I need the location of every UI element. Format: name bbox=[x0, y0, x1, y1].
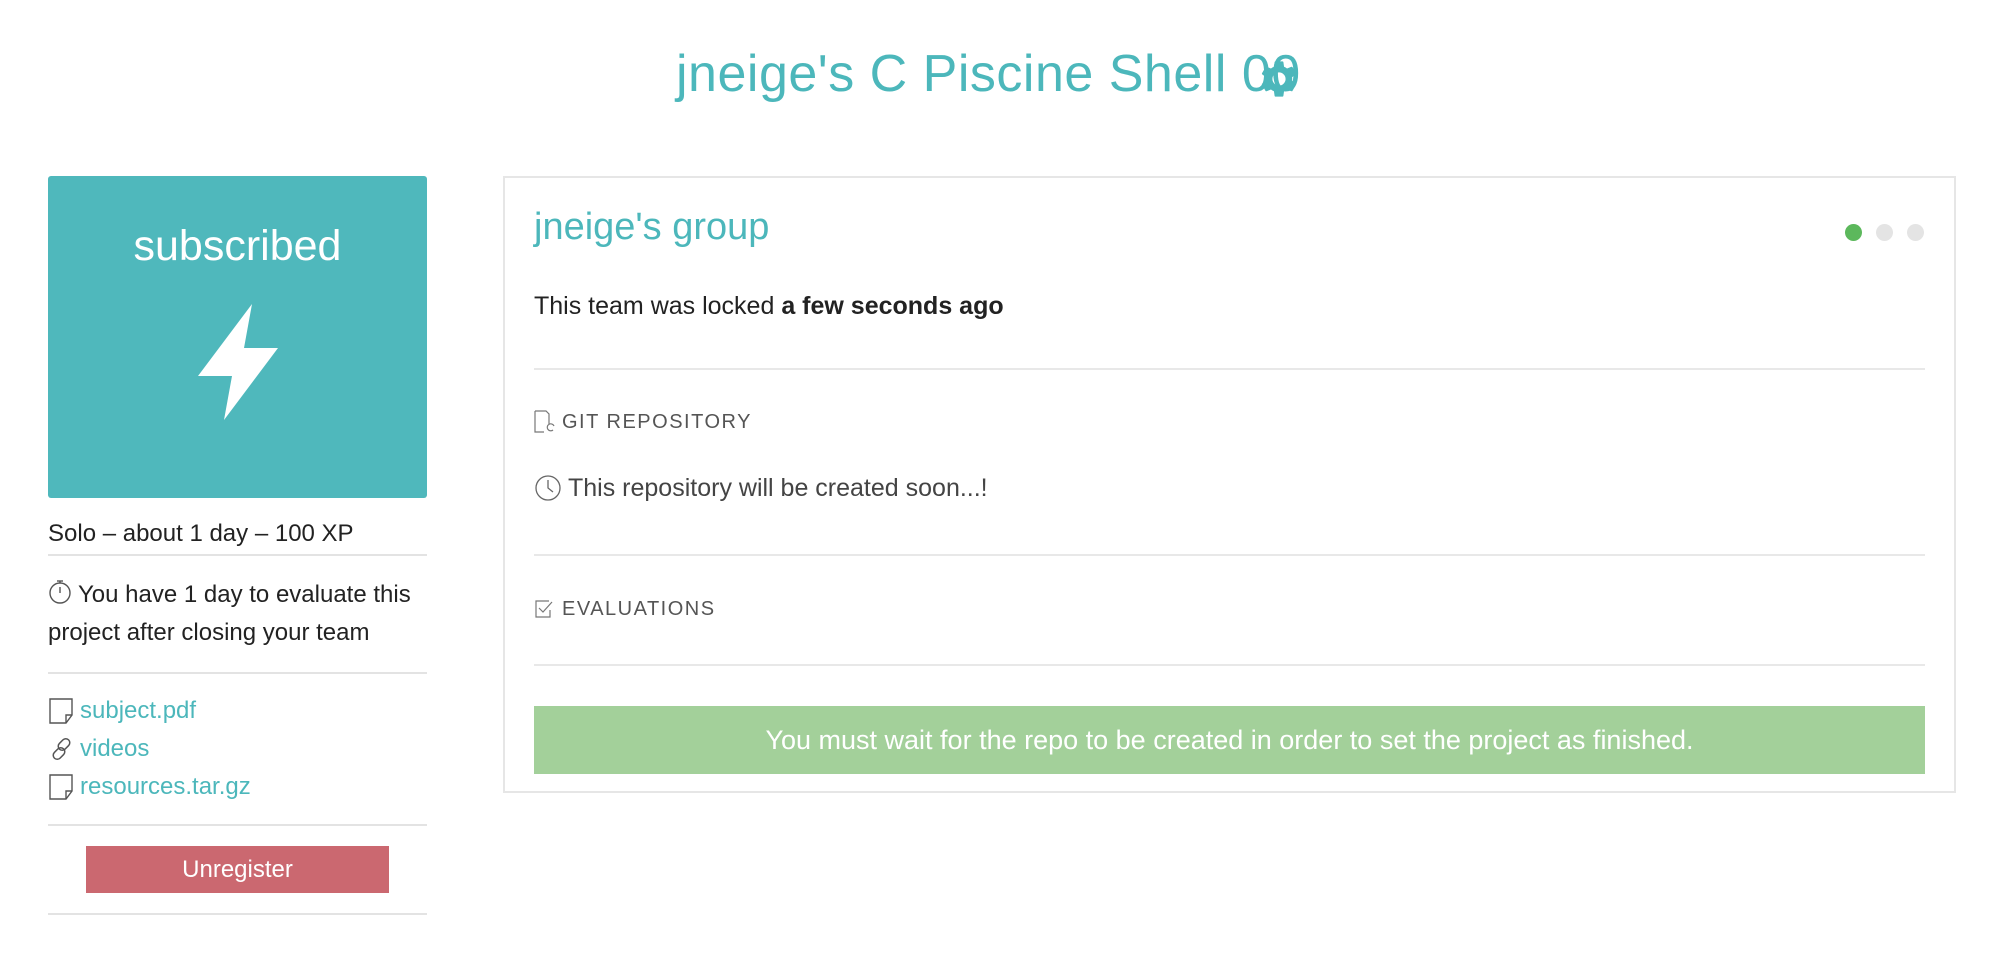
resources-link[interactable]: resources.tar.gz bbox=[80, 773, 251, 801]
evaluation-note: You have 1 day to evaluate this project … bbox=[48, 556, 427, 672]
git-file-icon bbox=[534, 410, 555, 433]
divider bbox=[534, 554, 1925, 556]
step-dot-3 bbox=[1907, 224, 1924, 241]
team-panel: jneige's group This team was locked a fe… bbox=[503, 176, 1956, 793]
project-meta: Solo – about 1 day – 100 XP bbox=[48, 520, 354, 547]
link-resources[interactable]: resources.tar.gz bbox=[48, 768, 427, 806]
resource-links: subject.pdf videos resources.tar.gz bbox=[48, 674, 427, 824]
clock-icon bbox=[535, 475, 561, 501]
document-icon bbox=[49, 774, 73, 800]
gear-icon[interactable] bbox=[1257, 57, 1301, 101]
status-label: subscribed bbox=[133, 222, 342, 270]
divider bbox=[534, 664, 1925, 666]
checkbox-icon bbox=[535, 599, 553, 618]
team-name: jneige's group bbox=[534, 206, 770, 248]
git-repository-title: GIT REPOSITORY bbox=[562, 410, 752, 433]
divider bbox=[48, 913, 427, 915]
subscription-status-tile: subscribed bbox=[48, 176, 427, 498]
lightning-bolt-icon bbox=[198, 304, 278, 420]
step-dot-1 bbox=[1845, 224, 1862, 241]
evaluation-note-text: You have 1 day to evaluate this project … bbox=[48, 581, 411, 646]
videos-link[interactable]: videos bbox=[80, 735, 149, 763]
team-lock-status: This team was locked a few seconds ago bbox=[534, 292, 1004, 321]
document-icon bbox=[49, 698, 73, 724]
link-icon bbox=[52, 737, 71, 761]
subject-link[interactable]: subject.pdf bbox=[80, 697, 196, 725]
unregister-button[interactable]: Unregister bbox=[86, 846, 389, 893]
link-subject[interactable]: subject.pdf bbox=[48, 692, 427, 730]
repository-note-text: This repository will be created soon...! bbox=[568, 473, 988, 502]
evaluations-title: EVALUATIONS bbox=[562, 598, 716, 620]
git-repository-section-title: GIT REPOSITORY bbox=[534, 410, 752, 434]
link-videos[interactable]: videos bbox=[48, 730, 427, 768]
step-dot-2 bbox=[1876, 224, 1893, 241]
lock-time: a few seconds ago bbox=[781, 292, 1004, 320]
finish-notice-banner: You must wait for the repo to be created… bbox=[534, 706, 1925, 774]
step-indicator bbox=[1845, 224, 1924, 241]
repository-note: This repository will be created soon...! bbox=[534, 473, 988, 503]
project-sidebar: subscribed Solo – about 1 day – 100 XP Y… bbox=[48, 176, 427, 915]
unregister-wrap: Unregister bbox=[48, 826, 427, 913]
lock-prefix: This team was locked bbox=[534, 292, 782, 320]
page-title: jneige's C Piscine Shell 00 bbox=[676, 45, 1301, 103]
stopwatch-icon bbox=[49, 580, 71, 604]
evaluations-section-title: EVALUATIONS bbox=[534, 598, 716, 621]
page-header: jneige's C Piscine Shell 00 bbox=[0, 0, 1999, 150]
divider bbox=[534, 368, 1925, 370]
